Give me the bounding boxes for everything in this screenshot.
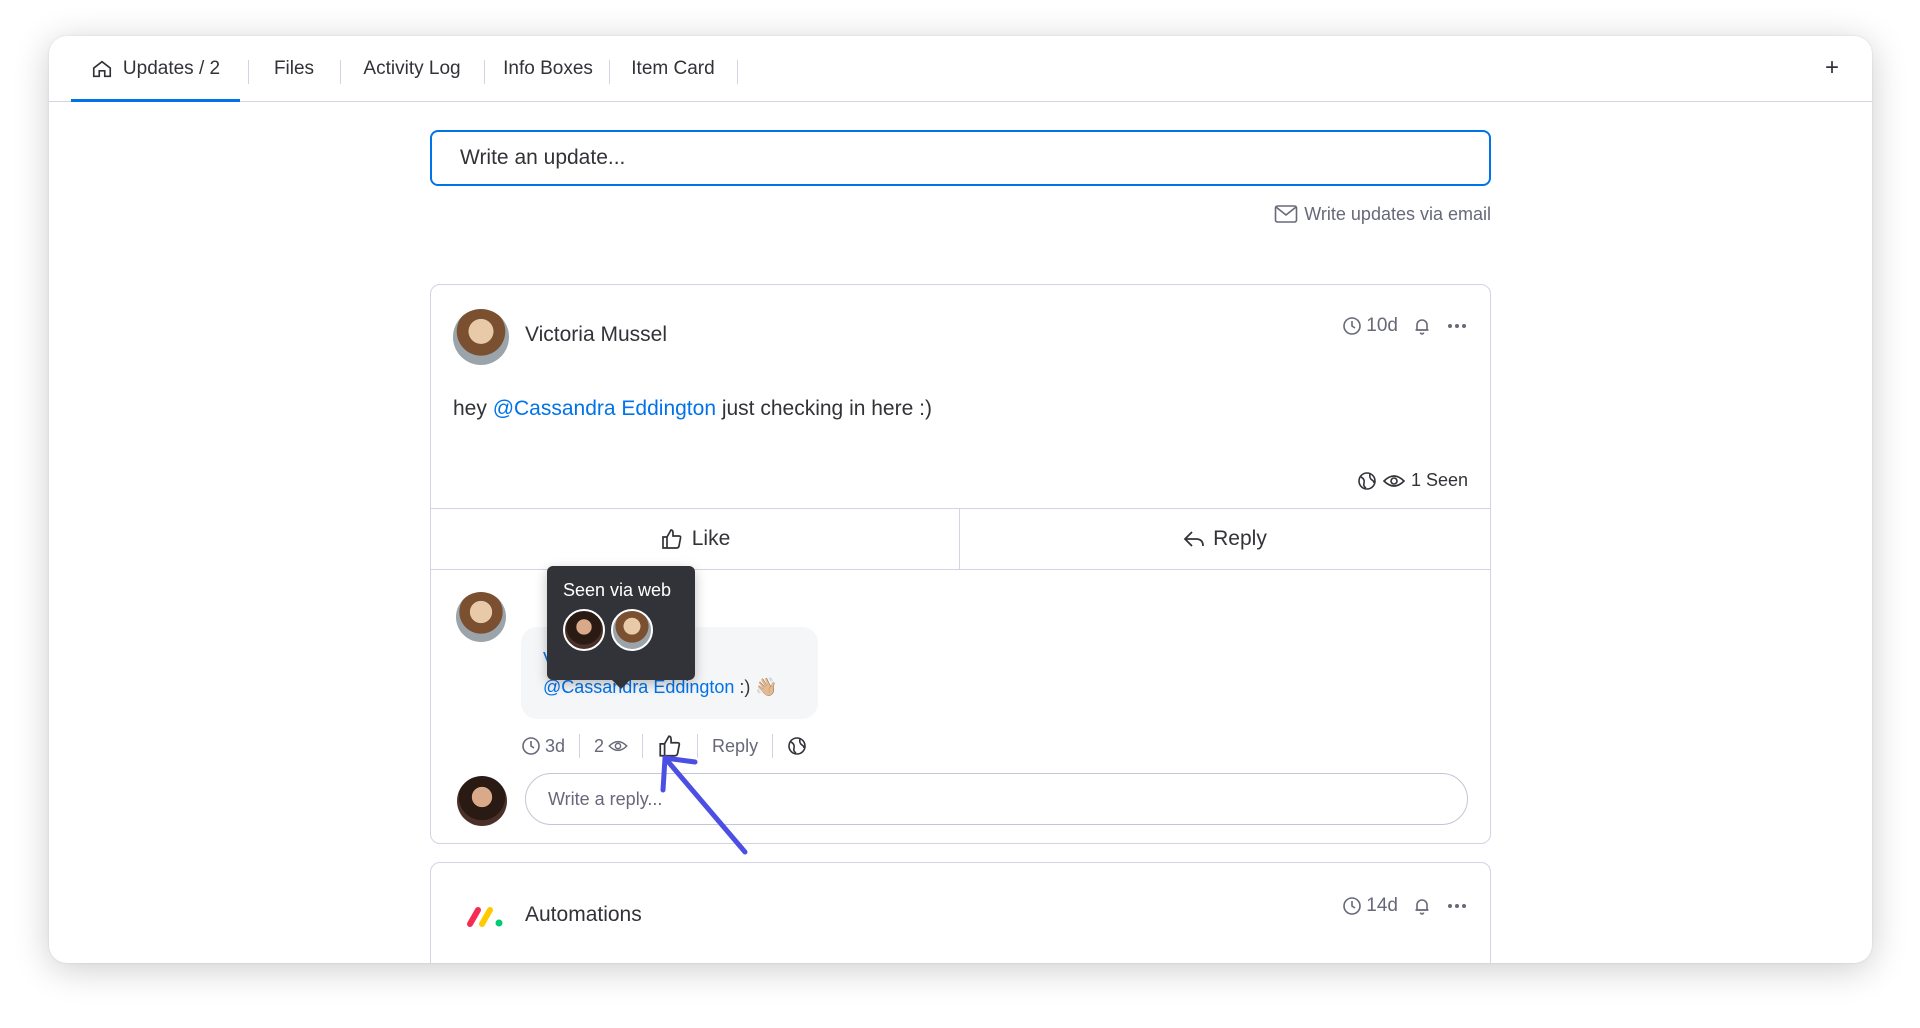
post-text: hey — [453, 397, 493, 420]
update-post: Victoria Mussel 10d hey @Cassandra Eddin… — [430, 284, 1491, 844]
post-meta: 14d — [1342, 895, 1468, 917]
tab-label: Activity Log — [363, 57, 461, 79]
seen-indicator[interactable]: 1 Seen — [1357, 470, 1468, 491]
avatar[interactable] — [456, 592, 506, 642]
tab-activity-log[interactable]: Activity Log — [348, 36, 476, 101]
post-text: just checking in here :) — [716, 397, 932, 420]
post-actions: Like Reply — [431, 508, 1490, 570]
avatar — [563, 609, 605, 651]
globe-icon — [1358, 471, 1376, 490]
globe-icon — [788, 737, 806, 755]
bell-icon[interactable] — [1412, 896, 1432, 916]
post-author[interactable]: Victoria Mussel — [525, 323, 667, 347]
clock-icon — [1343, 897, 1362, 915]
reply-timestamp: 3d — [521, 730, 579, 762]
post-body: hey @Cassandra Eddington just checking i… — [453, 397, 932, 421]
post-meta: 10d — [1342, 315, 1468, 337]
more-options-icon[interactable] — [1446, 896, 1468, 916]
reply-arrow-icon — [1183, 531, 1205, 547]
updates-panel: Updates / 2 Files Activity Log Info Boxe… — [49, 36, 1872, 963]
eye-icon — [1382, 474, 1405, 487]
seen-via-web-tooltip: Seen via web — [547, 566, 695, 689]
eye-icon — [608, 740, 628, 752]
more-options-icon[interactable] — [1446, 316, 1468, 336]
like-label: Like — [691, 527, 731, 550]
tab-info-boxes[interactable]: Info Boxes — [492, 36, 604, 101]
reply-globe-button[interactable] — [773, 730, 821, 762]
avatar[interactable] — [453, 309, 509, 365]
reply-time-label: 3d — [545, 735, 566, 756]
post-time-label: 14d — [1366, 895, 1398, 916]
thumbs-up-icon — [661, 529, 682, 549]
tab-updates[interactable]: Updates / 2 — [71, 36, 240, 102]
tab-label: Item Card — [631, 57, 715, 79]
home-icon — [92, 60, 111, 77]
avatar — [611, 609, 653, 651]
tab-label: Files — [273, 57, 315, 79]
tooltip-avatars — [563, 609, 679, 651]
clock-icon — [522, 737, 540, 755]
email-link-label: Write updates via email — [1304, 203, 1491, 224]
like-button[interactable]: Like — [431, 509, 960, 569]
write-update-input[interactable]: Write an update... — [430, 130, 1491, 186]
mail-icon — [1274, 205, 1298, 223]
tab-bar: Updates / 2 Files Activity Log Info Boxe… — [49, 36, 1872, 102]
current-user-avatar — [457, 776, 507, 826]
mention-link[interactable]: @Cassandra Eddington — [493, 397, 716, 420]
tab-files[interactable]: Files — [256, 36, 332, 101]
annotation-arrow — [660, 755, 748, 855]
tab-divider — [609, 60, 610, 84]
tooltip-title: Seen via web — [563, 580, 672, 600]
reply-text: :) 👋🏼 — [734, 677, 778, 697]
reply-label: Reply — [1213, 527, 1267, 550]
write-via-email-link[interactable]: Write updates via email — [1257, 200, 1491, 228]
tab-divider — [484, 60, 485, 84]
reply-seen-count: 2 — [594, 735, 605, 756]
clock-icon — [1343, 317, 1362, 335]
tab-divider — [737, 60, 738, 84]
automations-post: Automations 14d — [430, 862, 1491, 963]
monday-logo-icon — [467, 907, 503, 927]
post-timestamp: 10d — [1342, 315, 1398, 337]
post-time-label: 10d — [1366, 315, 1398, 336]
reply-seen-button[interactable]: 2 — [580, 730, 642, 762]
bell-icon[interactable] — [1412, 316, 1432, 336]
post-author[interactable]: Automations — [525, 903, 642, 927]
tab-label: Updates / 2 — [122, 57, 221, 79]
tab-label: Info Boxes — [503, 57, 593, 79]
tab-divider — [248, 60, 249, 84]
seen-count: 1 Seen — [1410, 470, 1468, 490]
add-tab-button[interactable]: + — [1816, 52, 1848, 84]
tab-divider — [340, 60, 341, 84]
post-timestamp: 14d — [1342, 895, 1398, 917]
tab-item-card[interactable]: Item Card — [617, 36, 729, 101]
mention-link[interactable]: @Cassandra Eddington — [543, 677, 734, 697]
reply-button[interactable]: Reply — [960, 509, 1490, 569]
